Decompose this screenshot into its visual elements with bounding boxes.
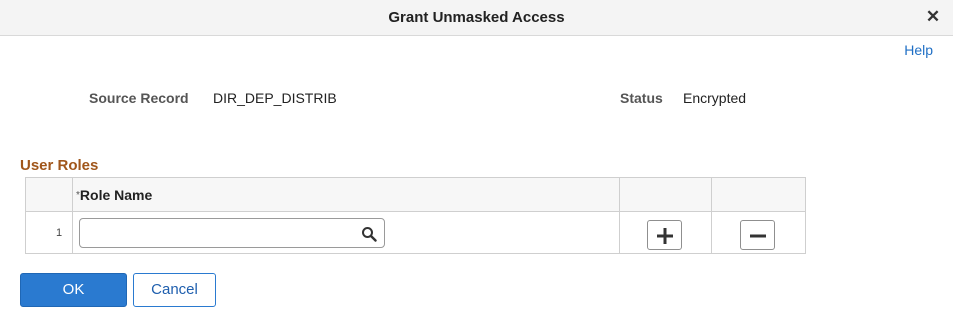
search-icon[interactable]	[361, 226, 377, 242]
grid-divider	[711, 178, 712, 253]
help-link[interactable]: Help	[904, 42, 933, 58]
role-name-header-label: Role Name	[79, 187, 153, 203]
dialog-titlebar: Grant Unmasked Access ✕	[0, 0, 953, 36]
close-icon[interactable]: ✕	[925, 8, 941, 25]
source-record-label: Source Record	[89, 90, 189, 106]
grid-divider	[619, 178, 620, 253]
role-name-field[interactable]	[79, 218, 385, 248]
status-value: Encrypted	[683, 90, 747, 106]
cancel-button[interactable]: Cancel	[133, 273, 216, 307]
status-label: Status	[620, 90, 663, 106]
user-roles-grid: *Role Name 1	[25, 177, 806, 254]
add-row-button[interactable]	[647, 220, 682, 250]
grid-divider	[72, 178, 73, 253]
plus-icon	[657, 228, 673, 244]
delete-row-button[interactable]	[740, 220, 775, 250]
dialog-title: Grant Unmasked Access	[388, 9, 565, 26]
source-record-value: DIR_DEP_DISTRIB	[213, 90, 337, 106]
minus-icon	[750, 234, 766, 238]
user-roles-title: User Roles	[20, 157, 99, 174]
required-marker: *	[76, 190, 80, 201]
role-name-column-header: *Role Name	[76, 187, 152, 203]
role-name-input[interactable]	[86, 223, 356, 243]
ok-button[interactable]: OK	[20, 273, 127, 307]
row-number: 1	[56, 227, 63, 239]
